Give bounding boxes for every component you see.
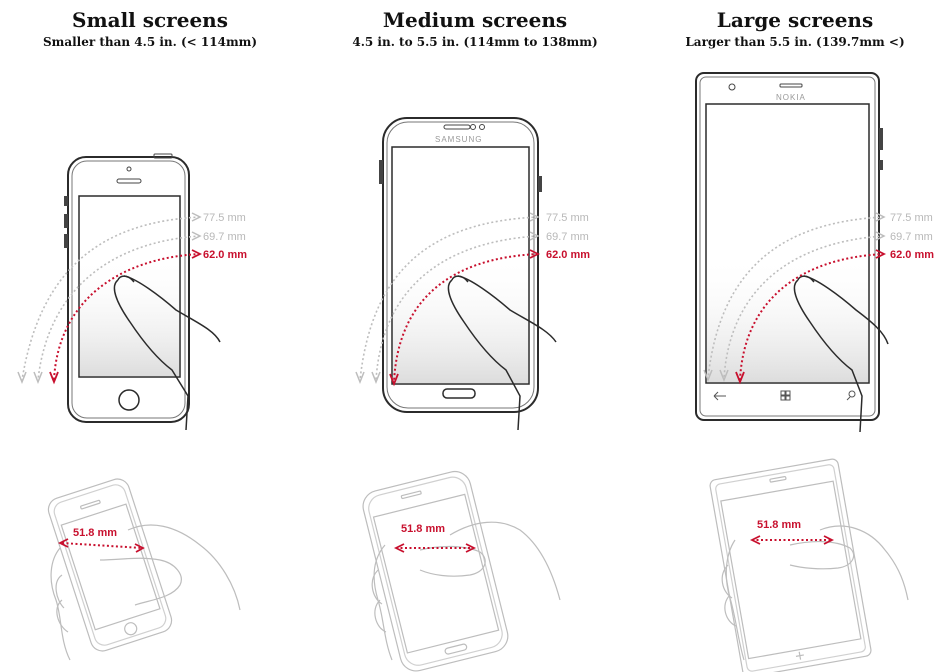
large-reach-label-3: 62.0 mm	[890, 249, 934, 261]
large-grip-label: 51.8 mm	[757, 519, 801, 531]
large-brand-logo: NOKIA	[776, 93, 806, 102]
small-phone: 77.5 mm 69.7 mm 62.0 mm	[17, 153, 247, 431]
medium-reach-label-2: 69.7 mm	[546, 231, 589, 243]
large-reach-label-1: 77.5 mm	[890, 212, 933, 224]
medium-grip-label: 51.8 mm	[401, 523, 445, 535]
medium-reach-label-1: 77.5 mm	[546, 212, 589, 224]
medium-phone: SAMSUNG 77.5 mm 69.7 mm 62.0 mm	[355, 117, 590, 431]
small-reach-label-2: 69.7 mm	[203, 231, 246, 243]
small-grip-label: 51.8 mm	[73, 527, 117, 539]
illustration: 77.5 mm 69.7 mm 62.0 mm SAMSUNG 77.5 mm …	[17, 72, 934, 672]
small-reach-label-3: 62.0 mm	[203, 249, 247, 261]
medium-reach-label-3: 62.0 mm	[546, 249, 590, 261]
medium-grip-measure	[393, 543, 477, 553]
small-grip-measure	[57, 538, 145, 553]
large-phone: NOKIA 77.5 mm 69.7 mm 62.0 mm	[695, 72, 934, 433]
small-hand-grip	[47, 478, 241, 661]
medium-brand-logo: SAMSUNG	[435, 135, 482, 144]
medium-hand-grip	[362, 470, 561, 672]
large-hand-grip	[709, 458, 909, 672]
large-grip-measure	[749, 535, 835, 545]
large-reach-label-2: 69.7 mm	[890, 231, 933, 243]
small-reach-label-1: 77.5 mm	[203, 212, 246, 224]
